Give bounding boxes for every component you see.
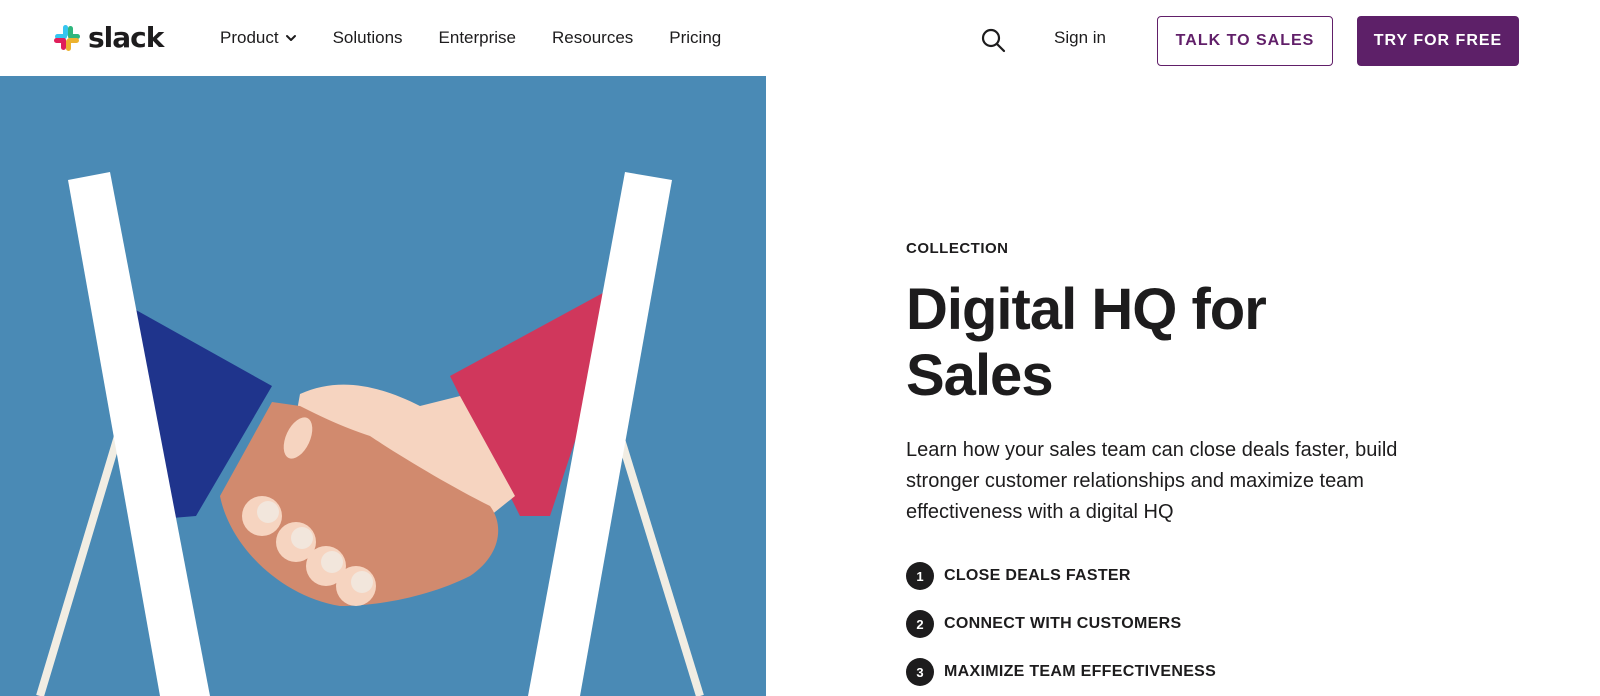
slack-logo[interactable]: slack (52, 21, 164, 54)
sign-in-link[interactable]: Sign in (1054, 28, 1106, 48)
handshake-icon (36, 172, 704, 696)
step-number-badge: 3 (906, 658, 934, 686)
step-label: MAXIMIZE TEAM EFFECTIVENESS (944, 663, 1217, 680)
step-item[interactable]: 1 CLOSE DEALS FASTER (906, 560, 1526, 592)
step-item[interactable]: 2 CONNECT WITH CUSTOMERS (906, 608, 1526, 640)
talk-to-sales-button[interactable]: TALK TO SALES (1157, 16, 1333, 66)
nav-item-label: Solutions (332, 28, 403, 47)
step-label: CLOSE DEALS FASTER (944, 567, 1131, 584)
step-number-badge: 2 (906, 610, 934, 638)
steps-list: 1 CLOSE DEALS FASTER 2 CONNECT WITH CUST… (906, 560, 1526, 688)
step-number-badge: 1 (906, 562, 934, 590)
collection-label: COLLECTION (906, 240, 1009, 257)
nav-item-label: Pricing (669, 28, 722, 47)
brand-name: slack (88, 21, 164, 54)
nav-item-label: Product (220, 28, 279, 47)
nav-item-resources[interactable]: Resources (552, 28, 633, 48)
hero-content: COLLECTION Digital HQ for Sales Learn ho… (906, 240, 1526, 696)
step-label: CONNECT WITH CUSTOMERS (944, 615, 1182, 632)
search-icon[interactable] (980, 27, 1006, 53)
nav-item-solutions[interactable]: Solutions (333, 28, 403, 48)
nav-item-product[interactable]: Product (220, 28, 297, 48)
chevron-down-icon (285, 35, 296, 41)
hero-description: Learn how your sales team can close deal… (906, 439, 1398, 523)
nav-item-label: Enterprise (438, 28, 517, 47)
nav-item-enterprise[interactable]: Enterprise (439, 28, 516, 48)
page-title: Digital HQ for Sales (906, 277, 1267, 408)
step-item[interactable]: 3 MAXIMIZE TEAM EFFECTIVENESS (906, 656, 1526, 688)
main-menu: Product Solutions Enterprise Resources P… (220, 0, 757, 76)
handshake-illustration (0, 76, 766, 696)
nav-item-pricing[interactable]: Pricing (669, 28, 721, 48)
slack-logo-icon (54, 25, 80, 51)
nav-item-label: Resources (552, 28, 634, 47)
try-for-free-button[interactable]: TRY FOR FREE (1357, 16, 1519, 66)
top-navigation: slack Product Solutions Enterprise Resou… (0, 0, 1600, 76)
